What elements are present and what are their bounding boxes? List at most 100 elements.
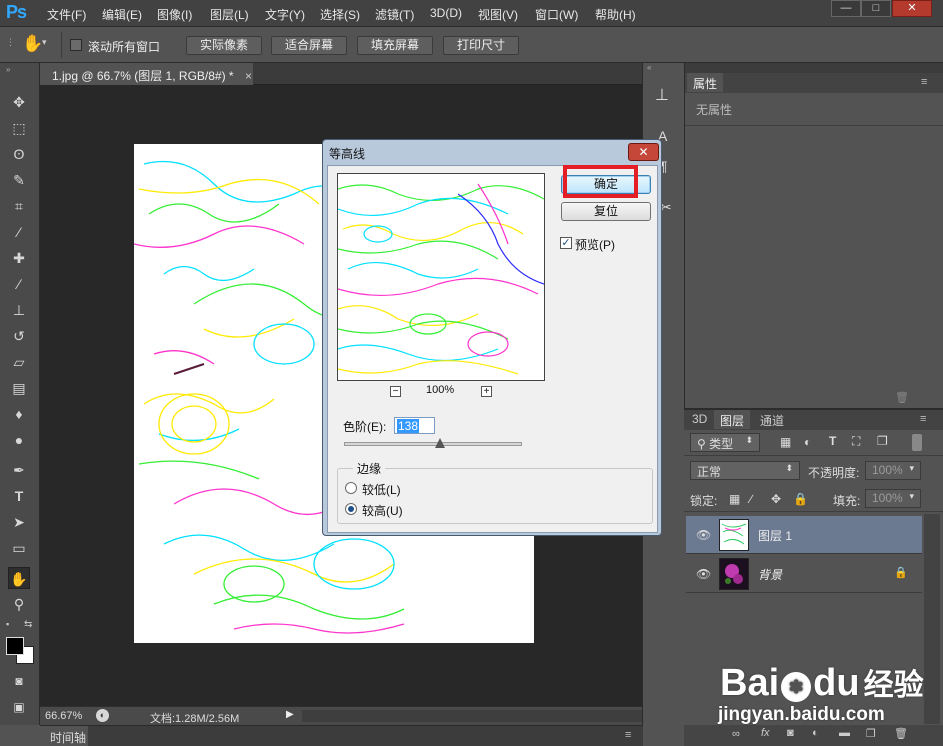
filter-adjustment-icon[interactable]: ◐ [804,435,811,449]
document-tab[interactable]: 1.jpg @ 66.7% (图层 1, RGB/8#) * × [40,63,253,85]
layer-name[interactable]: 图层 1 [758,527,792,544]
reset-button[interactable]: 复位 [561,202,651,221]
menu-image[interactable]: 图像(I) [157,6,192,23]
scroll-all-windows-checkbox[interactable] [70,39,82,51]
marquee-tool-icon[interactable]: ⬚ [8,117,30,139]
print-size-button[interactable]: 打印尺寸 [443,36,519,55]
lock-all-icon[interactable]: 🔒 [793,492,808,506]
healing-brush-tool-icon[interactable]: ✚ [8,247,30,269]
layer-name[interactable]: 背景 [758,566,782,583]
fit-screen-button[interactable]: 适合屏幕 [271,36,347,55]
zoom-level[interactable]: 66.67% [45,710,82,722]
quick-mask-icon[interactable]: ◙ [8,670,30,692]
menu-layer[interactable]: 图层(L) [210,6,249,23]
collapse-icon[interactable]: « [647,63,651,72]
menu-view[interactable]: 视图(V) [478,6,518,23]
screen-mode-icon[interactable]: ▣ [8,696,30,718]
filter-type-icon[interactable]: T [829,434,836,448]
layers-scrollbar[interactable] [924,514,940,724]
history-brush-tool-icon[interactable]: ↺ [8,325,30,347]
dodge-tool-icon[interactable]: ● [8,429,30,451]
menu-type[interactable]: 文字(Y) [265,6,305,23]
fx-icon[interactable]: fx [761,727,770,739]
edge-lower-radio[interactable] [345,482,357,494]
menu-edit[interactable]: 编辑(E) [102,6,142,23]
visibility-eye-icon[interactable]: 👁 [696,528,711,542]
gradient-tool-icon[interactable]: ▤ [8,377,30,399]
hand-tool-icon[interactable]: ✋ [22,34,43,54]
tab-close-icon[interactable]: × [245,69,252,83]
adjustment-icon[interactable]: ◐ [812,727,819,739]
panel-menu-icon[interactable]: ≡ [625,729,631,741]
restore-button[interactable]: □ [861,0,891,17]
tab-3d[interactable]: 3D [686,410,713,429]
swap-colors-icon[interactable]: ⇆ [24,619,32,630]
panel-menu-icon[interactable]: ≡ [921,76,927,88]
filter-smart-object-icon[interactable]: ❐ [877,434,888,448]
group-icon[interactable]: ▬ [839,727,850,739]
lock-transparent-icon[interactable]: ▦ [729,492,740,506]
menu-help[interactable]: 帮助(H) [595,6,636,23]
lasso-tool-icon[interactable]: ʘ [8,143,30,165]
layer-row-background[interactable]: 👁 背景 🔒 [686,555,922,593]
tool-preset-dropdown-icon[interactable]: ▾ [42,37,47,48]
filter-preview[interactable] [337,173,545,381]
close-window-button[interactable]: ✕ [892,0,932,17]
hand-tool-icon[interactable]: ✋ [8,567,30,589]
zoom-in-button[interactable]: + [481,386,492,397]
move-tool-icon[interactable]: ✥ [8,91,30,113]
level-slider-track[interactable] [344,442,522,446]
opacity-field[interactable]: 100% ▾ [865,461,921,480]
visibility-eye-icon[interactable]: 👁 [696,567,711,581]
clone-source-icon[interactable]: ⊥ [655,85,669,105]
dialog-close-button[interactable]: ✕ [628,143,659,161]
mask-icon[interactable]: ◙ [787,727,794,739]
actual-pixels-button[interactable]: 实际像素 [186,36,262,55]
default-colors-icon[interactable]: ▪ [6,619,9,629]
new-layer-icon[interactable]: ❐ [866,727,876,740]
quick-select-tool-icon[interactable]: ✎ [8,169,30,191]
blur-tool-icon[interactable]: ♦ [8,403,30,425]
lock-position-icon[interactable]: ✥ [771,492,781,506]
type-tool-icon[interactable]: T [8,485,30,507]
pen-tool-icon[interactable]: ✒ [8,459,30,481]
brush-tool-icon[interactable]: ∕ [8,273,30,295]
fill-screen-button[interactable]: 填充屏幕 [357,36,433,55]
eraser-tool-icon[interactable]: ▱ [8,351,30,373]
preview-checkbox[interactable]: ✓ [560,237,572,249]
foreground-color-swatch[interactable] [6,637,24,655]
blend-mode-dropdown[interactable]: 正常 ⬍ [690,461,800,480]
eyedropper-tool-icon[interactable]: ⁄ [8,221,30,243]
status-menu-arrow-icon[interactable]: ▶ [286,709,294,720]
filter-toggle[interactable] [912,434,922,451]
trash-icon[interactable]: 🗑 [895,391,909,404]
rectangle-tool-icon[interactable]: ▭ [8,537,30,559]
zoom-tool-icon[interactable]: ⚲ [8,593,30,615]
menu-3d[interactable]: 3D(D) [430,6,462,20]
tab-channels[interactable]: 通道 [754,410,790,429]
collapse-icon[interactable]: » [6,65,10,74]
layer-filter-dropdown[interactable]: ⚲ 类型 ⬍ [690,433,760,452]
clone-stamp-tool-icon[interactable]: ⊥ [8,299,30,321]
tab-properties[interactable]: 属性 [687,73,724,92]
lock-pixels-icon[interactable]: ∕ [750,492,752,506]
menu-file[interactable]: 文件(F) [47,6,86,23]
trash-icon[interactable]: 🗑 [894,727,908,740]
layer-row-layer1[interactable]: 👁 图层 1 [686,516,922,554]
filter-pixel-icon[interactable]: ▦ [780,435,791,449]
link-icon[interactable]: ∞ [732,728,740,740]
panel-menu-icon[interactable]: ≡ [920,413,926,425]
timeline-tab[interactable]: 时间轴 [40,726,88,746]
path-select-tool-icon[interactable]: ➤ [8,511,30,533]
level-slider-thumb[interactable] [435,438,446,448]
tab-layers[interactable]: 图层 [714,410,751,429]
horizontal-scrollbar[interactable] [302,710,642,722]
edge-upper-radio[interactable] [345,503,357,515]
menu-window[interactable]: 窗口(W) [535,6,578,23]
fill-field[interactable]: 100% ▾ [865,489,921,508]
filter-shape-icon[interactable]: ⛶ [852,434,860,449]
status-info-icon[interactable]: ◐ [96,709,109,722]
level-input[interactable]: 138 [394,417,435,434]
zoom-out-button[interactable]: − [390,386,401,397]
minimize-button[interactable]: — [831,0,861,17]
